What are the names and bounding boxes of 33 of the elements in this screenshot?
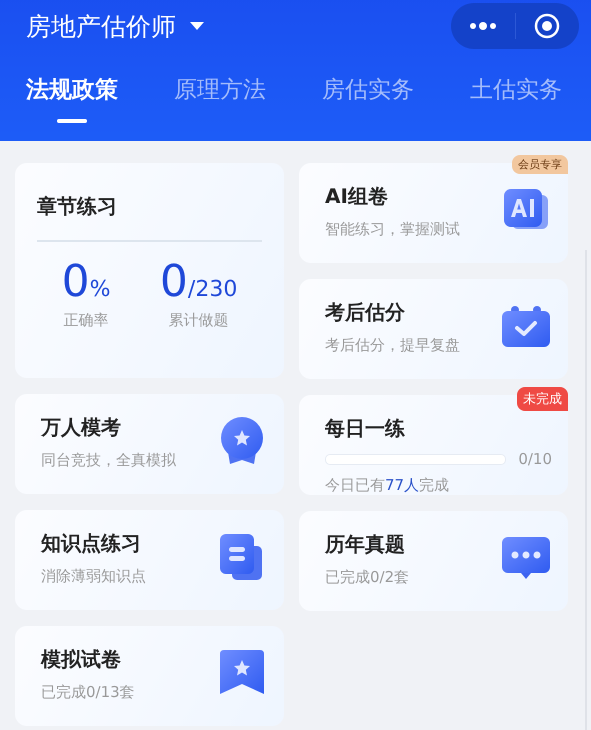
card-title: 模拟试卷 [41, 646, 122, 673]
category-tab[interactable]: 法规政策 [26, 74, 118, 123]
more-icon [468, 21, 498, 31]
stat-label: 正确率 [64, 311, 109, 330]
card-title: 考后估分 [325, 299, 406, 326]
card-title: 知识点练习 [41, 530, 142, 557]
progress-reading: 0/10 [518, 450, 552, 468]
card-title: 每日一练 [325, 415, 406, 442]
card-title: 万人模考 [41, 414, 122, 441]
stat-label: 累计做题 [168, 311, 229, 330]
card-subtitle: 同台竞技，全真模拟 [41, 451, 177, 470]
dropdown-caret-icon[interactable] [190, 22, 204, 30]
card-subtitle: 今日已有77人完成 [325, 476, 450, 495]
card-subtitle: 已完成0/13套 [41, 683, 136, 702]
stat-value: 0/230 [160, 256, 238, 307]
status-badge: 未完成 [517, 387, 568, 411]
chapter-practice-card[interactable]: 章节练习 0% 正确率 0/230 累计做题 [15, 163, 284, 378]
feature-card[interactable]: 知识点练习 消除薄弱知识点 [15, 510, 284, 610]
card-title: 历年真题 [325, 531, 406, 558]
member-badge: 会员专享 [512, 155, 568, 174]
card-subtitle: 已完成0/2套 [325, 568, 410, 587]
card-title: 章节练习 [37, 193, 118, 220]
app-title[interactable]: 房地产估价师 [26, 10, 176, 42]
feature-card[interactable]: 历年真题 已完成0/2套 [299, 511, 568, 611]
feature-card[interactable]: 万人模考 同台竞技，全真模拟 [15, 394, 284, 494]
card-subtitle: 智能练习，掌握测试 [325, 220, 461, 239]
feature-card[interactable]: 考后估分 考后估分，提早复盘 [299, 279, 568, 379]
target-icon [534, 13, 560, 39]
feature-card[interactable]: 模拟试卷 已完成0/13套 [15, 626, 284, 726]
card-subtitle: 考后估分，提早复盘 [325, 336, 461, 355]
stat-value: 0% [62, 256, 111, 307]
card-title: AI组卷 [325, 183, 389, 210]
card-subtitle: 消除薄弱知识点 [41, 567, 147, 586]
